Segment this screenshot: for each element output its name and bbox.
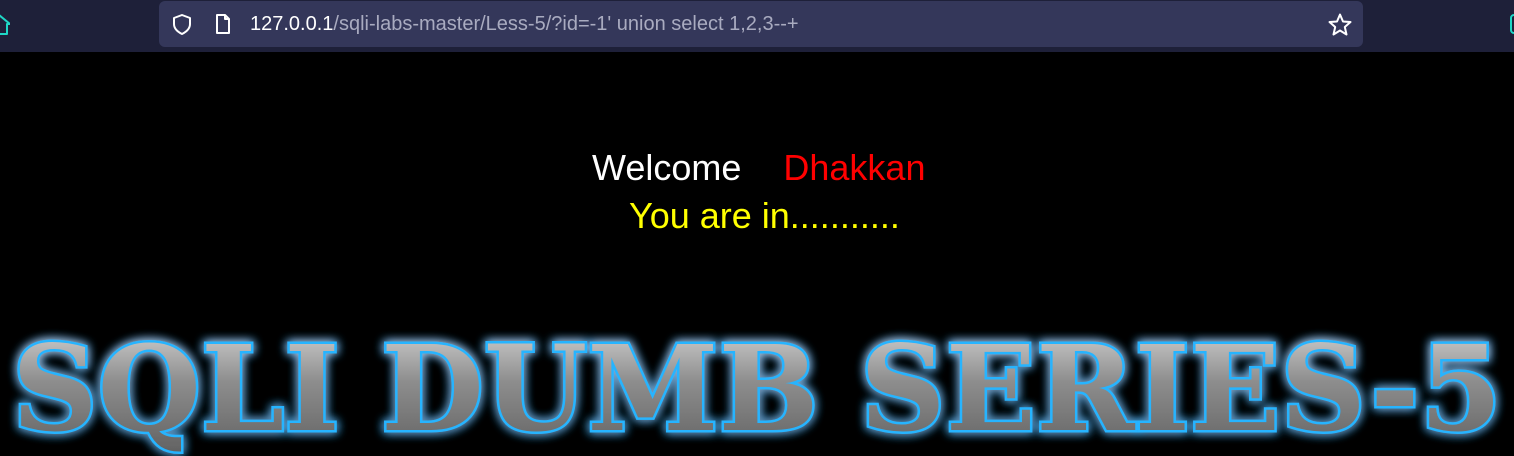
banner-logo: SQLI DUMB SERIES-5 [10, 320, 1505, 456]
url-host: 127.0.0.1 [250, 13, 334, 35]
star-icon[interactable] [1328, 13, 1352, 36]
extension-icon[interactable] [1510, 14, 1514, 34]
home-icon[interactable] [0, 14, 10, 36]
welcome-word: Welcome [592, 147, 742, 188]
url-text[interactable]: 127.0.0.1/sqli-labs-master/Less-5/?id=-1… [250, 12, 799, 36]
browser-toolbar: 127.0.0.1/sqli-labs-master/Less-5/?id=-1… [0, 0, 1514, 52]
url-path: /sqli-labs-master/Less-5/?id=-1' union s… [333, 13, 799, 35]
page-icon[interactable] [215, 13, 231, 35]
address-bar[interactable]: 127.0.0.1/sqli-labs-master/Less-5/?id=-1… [159, 1, 1363, 47]
welcome-line: Welcome Dhakkan [592, 146, 925, 190]
banner-title: SQLI DUMB SERIES-5 [12, 320, 1502, 456]
status-message: You are in........... [629, 195, 900, 236]
welcome-name: Dhakkan [783, 147, 926, 188]
shield-icon[interactable] [172, 13, 192, 35]
